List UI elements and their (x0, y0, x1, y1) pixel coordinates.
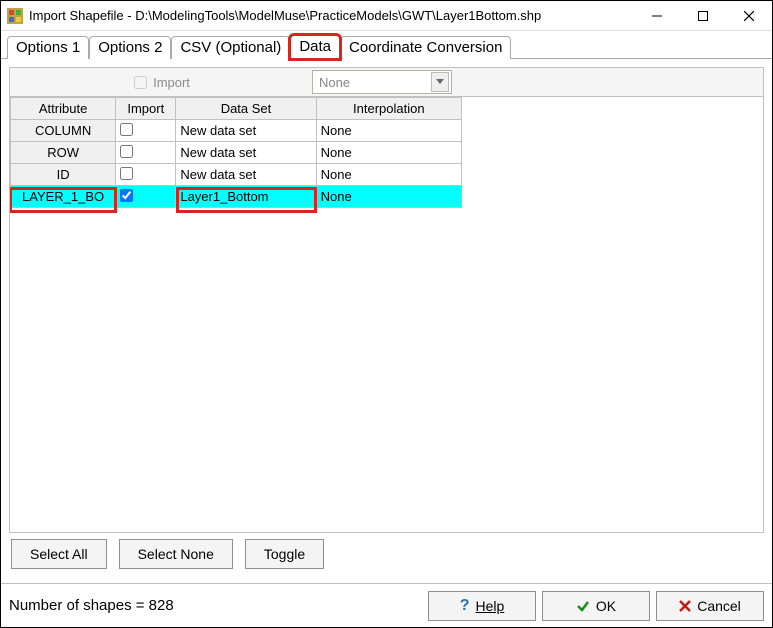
app-icon (7, 8, 23, 24)
import-checkbox[interactable] (120, 189, 133, 202)
table-row: LAYER_1_BO Layer1_BottomNone (11, 186, 462, 208)
button-label: OK (596, 598, 616, 614)
import-checkbox-wrap: Import (10, 73, 310, 92)
import-checkbox-label: Import (153, 75, 190, 90)
table-row: ROW New data setNone (11, 142, 462, 164)
status-text: Number of shapes = 828 (9, 597, 422, 614)
toggle-button[interactable]: Toggle (245, 539, 324, 569)
cell-interpolation[interactable]: None (316, 142, 461, 164)
button-label: Help (475, 598, 504, 614)
tab-csv[interactable]: CSV (Optional) (171, 36, 290, 59)
import-combo-dropdown[interactable] (431, 72, 449, 92)
grid-header-dataset: Data Set (176, 98, 316, 120)
minimize-button[interactable] (634, 1, 680, 31)
import-checkbox[interactable] (120, 145, 133, 158)
cell-attribute: ROW (11, 142, 116, 164)
tab-data[interactable]: Data (290, 35, 340, 59)
grid-header-attribute: Attribute (11, 98, 116, 120)
import-combo-value: None (319, 75, 350, 90)
footer-bar: Number of shapes = 828 ? Help OK Cancel (1, 583, 772, 627)
window-controls (634, 1, 772, 31)
window-title: Import Shapefile - D:\ModelingTools\Mode… (29, 8, 541, 23)
chevron-down-icon (436, 79, 444, 85)
cell-import[interactable] (116, 120, 176, 142)
data-panel: Import None Attribute Import Data Set In… (1, 59, 772, 583)
close-button[interactable] (726, 1, 772, 31)
grid-header-interpolation: Interpolation (316, 98, 461, 120)
table-row: COLUMN New data setNone (11, 120, 462, 142)
import-combo: None (312, 70, 452, 94)
check-icon (576, 599, 590, 613)
button-label: Cancel (697, 598, 741, 614)
tab-coord-conversion[interactable]: Coordinate Conversion (340, 36, 511, 59)
tab-label: Options 1 (16, 39, 80, 56)
cell-interpolation[interactable]: None (316, 186, 461, 208)
import-row: Import None (9, 67, 764, 97)
button-label: Select All (30, 546, 88, 562)
cell-import[interactable] (116, 164, 176, 186)
tab-label: Data (299, 38, 331, 55)
tab-strip: Options 1 Options 2 CSV (Optional) Data … (1, 31, 772, 59)
cell-dataset[interactable]: Layer1_Bottom (176, 186, 316, 208)
ok-button[interactable]: OK (542, 591, 650, 621)
cell-interpolation[interactable]: None (316, 120, 461, 142)
cell-import[interactable] (116, 186, 176, 208)
table-row: ID New data setNone (11, 164, 462, 186)
tab-options2[interactable]: Options 2 (89, 36, 171, 59)
selection-button-row: Select All Select None Toggle (9, 533, 764, 575)
cell-attribute: ID (11, 164, 116, 186)
import-checkbox[interactable] (120, 123, 133, 136)
title-bar: Import Shapefile - D:\ModelingTools\Mode… (1, 1, 772, 31)
tab-label: CSV (Optional) (180, 39, 281, 56)
cell-attribute: COLUMN (11, 120, 116, 142)
help-button[interactable]: ? Help (428, 591, 536, 621)
cell-dataset[interactable]: New data set (176, 142, 316, 164)
help-icon: ? (460, 597, 470, 615)
select-none-button[interactable]: Select None (119, 539, 233, 569)
cancel-button[interactable]: Cancel (656, 591, 764, 621)
grid-header-import: Import (116, 98, 176, 120)
tab-options1[interactable]: Options 1 (7, 36, 89, 59)
button-label: Select None (138, 546, 214, 562)
select-all-button[interactable]: Select All (11, 539, 107, 569)
attribute-grid: Attribute Import Data Set Interpolation … (10, 97, 462, 208)
cell-dataset[interactable]: New data set (176, 164, 316, 186)
cell-interpolation[interactable]: None (316, 164, 461, 186)
import-checkbox[interactable] (120, 167, 133, 180)
cell-attribute: LAYER_1_BO (11, 186, 116, 208)
attribute-grid-wrap: Attribute Import Data Set Interpolation … (9, 97, 764, 533)
tab-label: Coordinate Conversion (349, 39, 502, 56)
cell-dataset[interactable]: New data set (176, 120, 316, 142)
button-label: Toggle (264, 546, 305, 562)
tab-label: Options 2 (98, 39, 162, 56)
maximize-button[interactable] (680, 1, 726, 31)
x-icon (679, 600, 691, 612)
cell-import[interactable] (116, 142, 176, 164)
import-checkbox (134, 76, 147, 89)
